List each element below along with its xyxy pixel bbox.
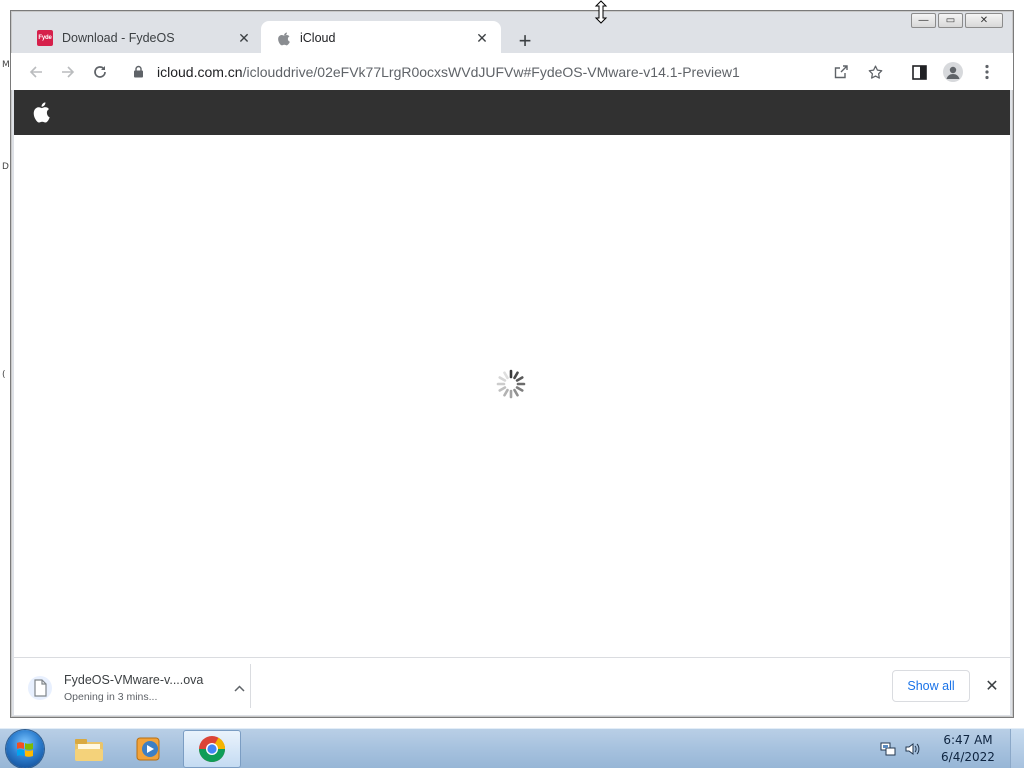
show-desktop-button[interactable]: [1010, 729, 1024, 768]
url-host: icloud.com.cn: [157, 63, 243, 80]
new-tab-button[interactable]: +: [513, 28, 537, 53]
fydeos-favicon-icon: Fyde: [37, 30, 53, 46]
url-path: /iclouddrive/02eFVk77LrgR0ocxsWVdJUFVw#F…: [242, 63, 740, 80]
arrow-left-icon[interactable]: [21, 57, 51, 87]
chevron-up-icon[interactable]: [228, 677, 250, 699]
folder-icon: [75, 739, 103, 761]
download-separator: [250, 664, 251, 708]
download-filename: FydeOS-VMware-v....ova: [64, 673, 204, 687]
desktop-edge-mark: M: [2, 60, 10, 70]
close-tab-icon[interactable]: ✕: [235, 29, 253, 47]
start-button[interactable]: [6, 730, 44, 768]
tab-strip: Fyde Download - FydeOS ✕ iCloud ✕ +: [11, 19, 1013, 55]
show-all-downloads-button[interactable]: Show all: [892, 670, 970, 702]
tab-title: Download - FydeOS: [62, 31, 175, 45]
system-tray: 6:47 AM 6/4/2022: [878, 729, 1024, 768]
taskbar: 6:47 AM 6/4/2022: [0, 728, 1024, 768]
apple-logo-icon[interactable]: [32, 101, 50, 123]
apple-favicon-icon: [275, 30, 291, 46]
taskbar-explorer[interactable]: [60, 730, 118, 768]
volume-icon[interactable]: [902, 739, 922, 759]
star-icon[interactable]: [859, 57, 891, 87]
icloud-header: [14, 90, 1010, 135]
clock-time: 6:47 AM: [943, 733, 993, 747]
loading-spinner-icon: [496, 369, 526, 399]
windows-logo-icon: [17, 742, 33, 757]
download-status: Opening in 3 mins...: [64, 691, 158, 703]
media-player-icon: [136, 737, 160, 761]
tab-title: iCloud: [300, 31, 336, 45]
desktop-edge-mark: D: [2, 162, 9, 172]
taskbar-chrome[interactable]: [183, 730, 241, 768]
file-icon: [28, 676, 52, 700]
close-shelf-icon[interactable]: ✕: [980, 674, 1004, 698]
profile-icon[interactable]: [937, 57, 969, 87]
kebab-menu-icon[interactable]: [971, 57, 1003, 87]
browser-toolbar: icloud.com.cn/iclouddrive/02eFVk77LrgR0o…: [11, 53, 1013, 90]
tab-icloud[interactable]: iCloud ✕: [261, 21, 501, 55]
desktop-edge-marks: M D (: [2, 60, 10, 400]
reload-icon[interactable]: [85, 57, 115, 87]
download-shelf: FydeOS-VMware-v....ova Opening in 3 mins…: [14, 657, 1010, 715]
network-icon[interactable]: [878, 739, 898, 759]
browser-window: — ▭ ✕ Fyde Download - FydeOS ✕ iCloud ✕ …: [10, 10, 1014, 718]
toolbar-right-tools: [825, 57, 1003, 87]
side-panel-icon[interactable]: [903, 57, 935, 87]
lock-icon[interactable]: [133, 65, 147, 78]
download-item[interactable]: FydeOS-VMware-v....ova Opening in 3 mins…: [28, 667, 250, 709]
resize-cursor-icon: [594, 0, 608, 24]
share-icon[interactable]: [825, 57, 857, 87]
taskbar-media-player[interactable]: [120, 730, 178, 768]
clock[interactable]: 6:47 AM 6/4/2022: [926, 732, 1010, 766]
close-tab-icon[interactable]: ✕: [473, 29, 491, 47]
arrow-right-icon[interactable]: [53, 57, 83, 87]
chrome-icon: [198, 736, 226, 763]
tab-download-fydeos[interactable]: Fyde Download - FydeOS ✕: [23, 21, 263, 55]
page-content: [14, 90, 1010, 657]
address-bar[interactable]: icloud.com.cn/iclouddrive/02eFVk77LrgR0o…: [123, 57, 913, 86]
clock-date: 6/4/2022: [941, 750, 995, 764]
desktop-edge-mark: (: [2, 370, 6, 380]
